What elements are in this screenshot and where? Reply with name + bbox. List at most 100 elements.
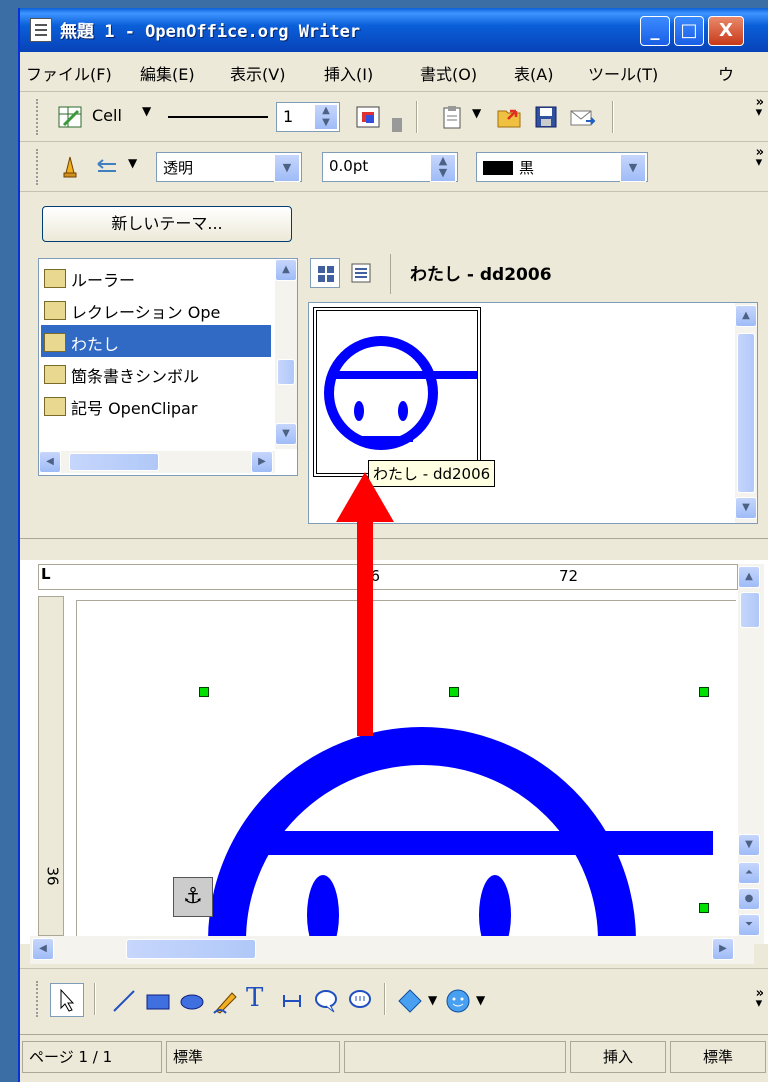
arrow-icon[interactable] [94, 153, 122, 181]
toolbar-overflow-icon[interactable]: » ▾ [756, 146, 764, 169]
selection-handle[interactable] [699, 687, 709, 697]
menu-table[interactable]: 表(A) [514, 61, 553, 85]
toolbar-grip[interactable] [36, 149, 40, 185]
vertical-ruler[interactable]: 36 [38, 596, 64, 936]
menu-insert[interactable]: 挿入(I) [324, 61, 373, 85]
chevron-down-icon[interactable]: ▼ [274, 154, 300, 182]
save-icon[interactable] [532, 103, 560, 131]
menu-window[interactable]: ウ [718, 61, 734, 85]
annotation-arrow [336, 472, 394, 736]
toolbar-grip[interactable] [36, 981, 40, 1017]
page-indicator[interactable]: ページ 1 / 1 [22, 1041, 162, 1073]
chevron-down-icon[interactable]: ▼ [476, 993, 485, 1007]
scroll-up-icon[interactable]: ▲ [735, 305, 757, 327]
select-icon[interactable] [50, 983, 84, 1017]
document-page[interactable]: ⚓ [76, 600, 736, 940]
scroll-thumb[interactable] [69, 453, 159, 471]
list-item[interactable]: レクレーション Ope [41, 293, 271, 325]
icon-view-button[interactable] [310, 258, 340, 288]
callout-round-icon[interactable] [346, 987, 374, 1015]
line-width-field[interactable]: 0.0pt ▲ ▼ [322, 152, 458, 182]
selection-handle[interactable] [449, 687, 459, 697]
pen-icon[interactable] [56, 153, 84, 181]
document-hscroll[interactable]: ◀ ▶ [30, 936, 754, 964]
mail-icon[interactable] [568, 103, 596, 131]
clipboard-icon[interactable] [438, 103, 466, 131]
toolbar-handle[interactable] [392, 118, 402, 132]
menu-file[interactable]: ファイル(F) [26, 61, 112, 85]
chevron-down-icon[interactable]: ▼ [428, 993, 437, 1007]
document-vscroll[interactable]: ▲ ▼ ⏶ ● ⏷ [738, 564, 764, 944]
list-item[interactable]: 記号 OpenClipar [41, 389, 271, 421]
scroll-down-icon[interactable]: ▼ [735, 497, 757, 519]
text-icon[interactable]: T [246, 983, 274, 1013]
navigator-icon[interactable]: ● [738, 888, 760, 910]
close-button[interactable]: X [708, 16, 744, 46]
ellipse-icon[interactable] [178, 987, 206, 1015]
line-icon[interactable] [110, 987, 138, 1015]
detail-view-button[interactable] [346, 258, 376, 288]
scroll-right-icon[interactable]: ▶ [251, 451, 273, 473]
chevron-down-icon[interactable]: ▼ [620, 154, 646, 182]
new-theme-button[interactable]: 新しいテーマ... [42, 206, 292, 242]
line-width-spin[interactable]: 1 ▲ ▼ [276, 102, 340, 132]
chevron-down-icon[interactable]: ▼ [142, 104, 151, 118]
diamond-icon[interactable] [396, 987, 424, 1015]
spin-arrows-icon[interactable]: ▲ ▼ [315, 105, 337, 129]
next-page-icon[interactable]: ⏷ [738, 914, 760, 936]
scroll-up-icon[interactable]: ▲ [275, 259, 297, 281]
toolbar-overflow-icon[interactable]: » ▾ [756, 987, 764, 1010]
insert-mode[interactable]: 挿入 [570, 1041, 666, 1073]
page-style[interactable]: 標準 [166, 1041, 340, 1073]
chevron-down-icon[interactable]: ▼ [472, 106, 481, 120]
callout-icon[interactable] [312, 987, 340, 1015]
open-folder-icon[interactable] [496, 103, 524, 131]
cell-label[interactable]: Cell [92, 106, 122, 125]
list-item[interactable]: ルーラー [41, 261, 271, 293]
spin-arrows-icon[interactable]: ▲ ▼ [430, 154, 456, 182]
color-icon[interactable] [354, 103, 382, 131]
fill-style-select[interactable]: 透明 ▼ [156, 152, 302, 182]
anchor-icon[interactable]: ⚓ [173, 877, 213, 917]
menu-tools[interactable]: ツール(T) [588, 61, 658, 85]
line-style-preview[interactable] [168, 116, 268, 118]
list-item-selected[interactable]: わたし [41, 325, 271, 357]
menu-view[interactable]: 表示(V) [230, 61, 285, 85]
theme-list[interactable]: ルーラー レクレーション Ope わたし 箇条書きシンボル 記号 OpenCli… [38, 258, 298, 476]
theme-list-vscroll[interactable]: ▲ ▼ [275, 259, 297, 449]
theme-label: 記号 OpenClipar [71, 399, 198, 418]
chevron-down-icon[interactable]: ▼ [128, 156, 137, 170]
scroll-up-icon[interactable]: ▲ [738, 566, 760, 588]
list-item[interactable]: 箇条書きシンボル [41, 357, 271, 389]
selection-handle[interactable] [699, 903, 709, 913]
preview-vscroll[interactable]: ▲ ▼ [735, 303, 757, 523]
scroll-down-icon[interactable]: ▼ [738, 834, 760, 856]
scroll-left-icon[interactable]: ◀ [32, 938, 54, 960]
minimize-button[interactable]: _ [640, 16, 670, 46]
scroll-left-icon[interactable]: ◀ [39, 451, 61, 473]
toolbar-grip[interactable] [36, 99, 40, 135]
selection-handle[interactable] [199, 687, 209, 697]
scroll-thumb[interactable] [740, 592, 760, 628]
tab-stop-icon[interactable]: L [41, 565, 51, 583]
maximize-button[interactable]: □ [674, 16, 704, 46]
smiley-icon[interactable] [444, 987, 472, 1015]
scroll-right-icon[interactable]: ▶ [712, 938, 734, 960]
toolbar-overflow-icon[interactable]: » ▾ [756, 96, 764, 119]
title-bar[interactable]: 無題 1 - OpenOffice.org Writer _ □ X [20, 8, 768, 52]
dimension-icon[interactable] [278, 987, 306, 1015]
menu-format[interactable]: 書式(O) [420, 61, 477, 85]
freeform-icon[interactable] [212, 987, 240, 1015]
scroll-thumb[interactable] [277, 359, 295, 385]
gallery-item-thumbnail[interactable] [313, 307, 481, 477]
selection-mode[interactable]: 標準 [670, 1041, 766, 1073]
scroll-thumb[interactable] [737, 333, 755, 493]
scroll-thumb[interactable] [126, 939, 256, 959]
menu-edit[interactable]: 編集(E) [140, 61, 195, 85]
scroll-down-icon[interactable]: ▼ [275, 423, 297, 445]
theme-list-hscroll[interactable]: ◀ ▶ [39, 451, 275, 473]
line-color-select[interactable]: 黒 ▼ [476, 152, 648, 182]
table-icon[interactable] [56, 103, 84, 131]
rectangle-icon[interactable] [144, 987, 172, 1015]
previous-page-icon[interactable]: ⏶ [738, 862, 760, 884]
